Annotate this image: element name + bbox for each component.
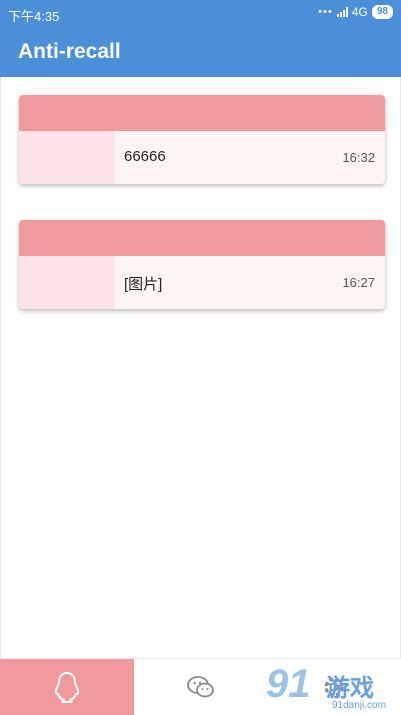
qq-penguin-icon bbox=[54, 672, 80, 703]
status-bar: 下午4:35 ••• 4G 98 bbox=[0, 0, 401, 28]
watermark-url: 91danji.com bbox=[332, 700, 386, 711]
tab-wechat[interactable] bbox=[134, 659, 268, 715]
watermark: 91 游戏 91danji.com bbox=[262, 660, 401, 714]
watermark-text: 游戏 bbox=[326, 675, 374, 702]
status-icons: ••• 4G 98 bbox=[318, 5, 393, 19]
message-time: 16:27 bbox=[342, 275, 375, 290]
tab-qq[interactable] bbox=[0, 659, 134, 715]
watermark-logo: 91 bbox=[266, 662, 311, 706]
message-time: 16:32 bbox=[342, 150, 375, 165]
card-body: [图片] 16:27 bbox=[19, 256, 385, 309]
message-list[interactable]: 66666 16:32 [图片] 16:27 bbox=[0, 77, 401, 658]
avatar bbox=[19, 131, 115, 184]
app-bar: Anti-recall bbox=[0, 28, 401, 77]
message-card[interactable]: 66666 16:32 bbox=[19, 95, 385, 184]
message-text: [图片] bbox=[124, 276, 163, 293]
message-text: 66666 bbox=[124, 148, 166, 165]
card-header bbox=[19, 220, 385, 256]
signal-icon bbox=[336, 7, 348, 17]
wechat-icon bbox=[187, 676, 214, 698]
avatar bbox=[19, 256, 115, 309]
network-type: 4G bbox=[351, 5, 368, 19]
battery-icon: 98 bbox=[371, 5, 393, 19]
card-body: 66666 16:32 bbox=[19, 131, 385, 184]
status-time: 下午4:35 bbox=[8, 9, 60, 24]
message-card[interactable]: [图片] 16:27 bbox=[19, 220, 385, 309]
notification-dots-icon: ••• bbox=[318, 6, 333, 18]
card-header bbox=[19, 95, 385, 131]
app-title: Anti-recall bbox=[18, 40, 121, 63]
